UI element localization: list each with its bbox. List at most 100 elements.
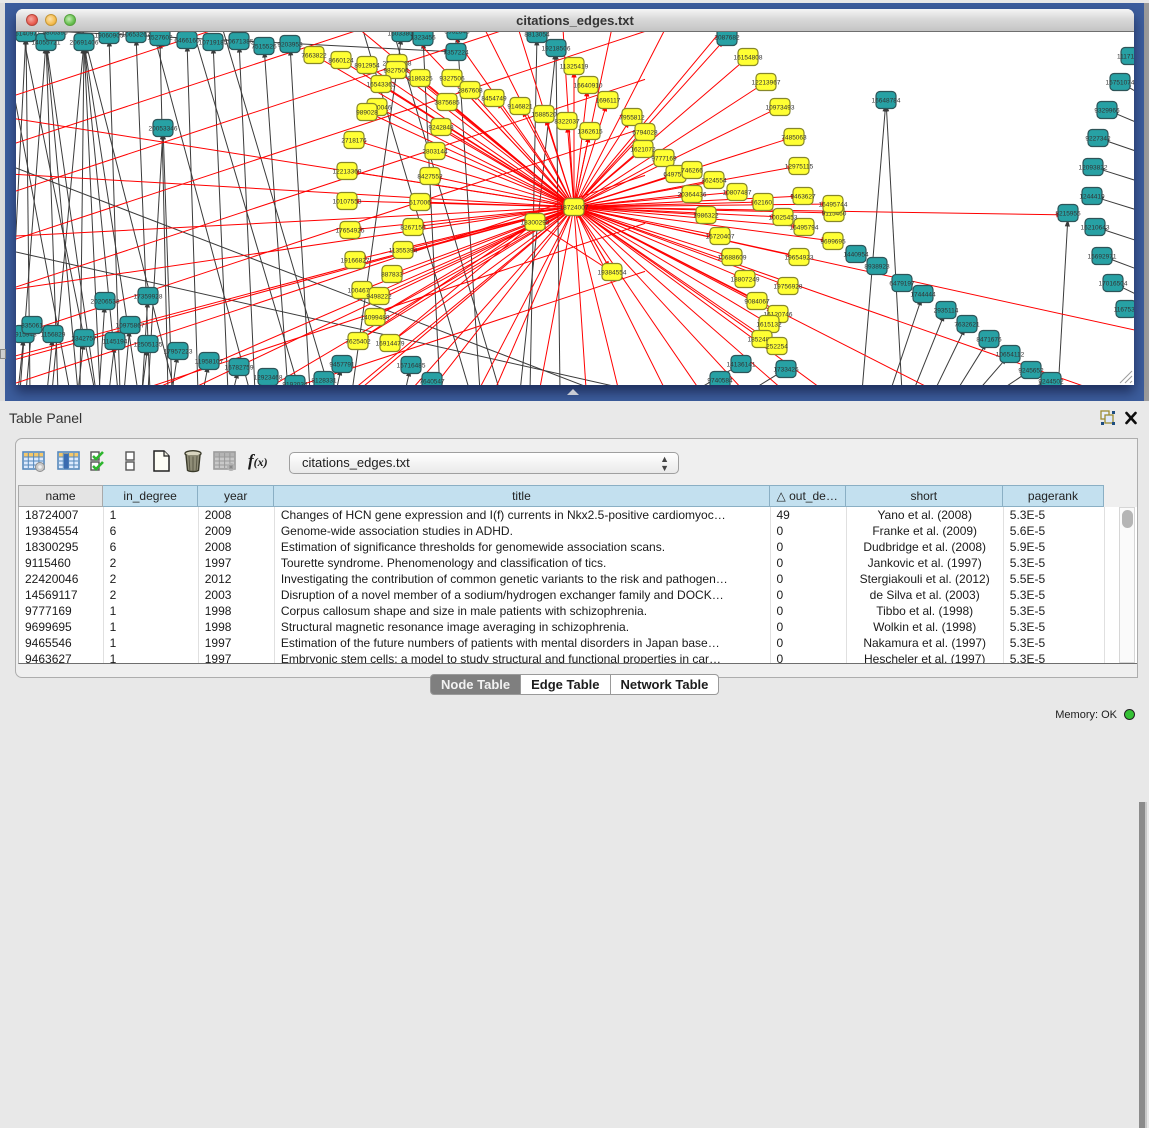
svg-text:19384554: 19384554: [598, 270, 627, 277]
svg-text:10654112: 10654112: [996, 352, 1025, 359]
svg-text:517006: 517006: [409, 200, 431, 207]
svg-text:1440954: 1440954: [843, 252, 869, 259]
svg-text:19060905: 19060905: [95, 33, 124, 40]
svg-text:1156829: 1156829: [41, 332, 66, 339]
svg-text:8427552: 8427552: [417, 174, 443, 181]
svg-text:12093822: 12093822: [1079, 165, 1108, 172]
svg-text:746266: 746266: [681, 168, 703, 175]
svg-text:9463627: 9463627: [790, 194, 816, 201]
svg-text:18807249: 18807249: [731, 277, 760, 284]
svg-text:16154808: 16154808: [734, 55, 763, 62]
svg-text:12505135: 12505135: [134, 342, 163, 349]
svg-text:11171327: 11171327: [1117, 54, 1134, 61]
svg-text:9203953: 9203953: [277, 42, 303, 49]
svg-text:1696117: 1696117: [596, 98, 621, 105]
svg-text:9242848: 9242848: [428, 125, 454, 132]
svg-text:2718176: 2718176: [341, 138, 367, 145]
svg-text:14136141: 14136141: [727, 362, 756, 369]
svg-text:19166827: 19166827: [341, 258, 370, 265]
svg-text:19756928: 19756928: [774, 284, 803, 291]
svg-text:16782759: 16782759: [225, 365, 254, 372]
svg-text:20691406: 20691406: [70, 40, 99, 47]
svg-text:9329966: 9329966: [1094, 108, 1120, 115]
svg-text:8912954: 8912954: [354, 63, 380, 70]
svg-text:15751074: 15751074: [1106, 80, 1134, 87]
svg-text:7663822: 7663822: [301, 53, 327, 60]
svg-text:1733426: 1733426: [773, 367, 799, 374]
svg-text:9084067: 9084067: [744, 299, 770, 306]
svg-text:10107553: 10107553: [333, 199, 362, 206]
svg-text:18300295: 18300295: [521, 220, 550, 227]
svg-text:8471676: 8471676: [976, 337, 1002, 344]
svg-text:10719185: 10719185: [199, 40, 228, 47]
svg-text:9244502: 9244502: [1038, 379, 1064, 386]
svg-text:1621072: 1621072: [630, 147, 656, 154]
svg-text:10807487: 10807487: [723, 190, 752, 197]
svg-text:15720407: 15720407: [706, 234, 735, 241]
svg-text:8454749: 8454749: [481, 96, 507, 103]
svg-text:10973493: 10973493: [766, 105, 795, 112]
svg-text:887833: 887833: [381, 272, 403, 279]
svg-text:1167535: 1167535: [1114, 307, 1134, 314]
svg-text:16640910: 16640910: [574, 83, 603, 90]
svg-text:1323456: 1323456: [410, 35, 436, 42]
svg-text:16543362: 16543362: [367, 82, 396, 89]
svg-text:10671385: 10671385: [225, 39, 254, 46]
svg-text:8813054: 8813054: [524, 32, 550, 39]
svg-text:7640547: 7640547: [419, 379, 445, 386]
svg-text:1588520: 1588520: [531, 112, 557, 119]
svg-text:1145194: 1145194: [103, 339, 128, 346]
svg-text:9146821: 9146821: [507, 104, 533, 111]
svg-text:8267150: 8267150: [400, 225, 426, 232]
svg-text:16495794: 16495794: [790, 225, 819, 232]
svg-text:2935114: 2935114: [934, 308, 959, 315]
svg-text:7357224: 7357224: [443, 50, 469, 57]
svg-text:9777169: 9777169: [651, 156, 677, 163]
svg-text:1362615: 1362615: [577, 129, 603, 136]
svg-text:6794028: 6794028: [632, 130, 658, 137]
svg-text:20364436: 20364436: [678, 192, 707, 199]
svg-text:7632621: 7632621: [954, 322, 980, 329]
svg-text:10025453: 10025453: [769, 215, 798, 222]
svg-text:15692971: 15692971: [1088, 254, 1117, 261]
svg-text:18724007: 18724007: [560, 205, 589, 212]
svg-text:9457791: 9457791: [329, 362, 355, 369]
svg-text:1244419: 1244419: [1079, 194, 1105, 201]
svg-text:2803144: 2803144: [422, 149, 448, 156]
svg-text:10688609: 10688609: [718, 255, 747, 262]
svg-text:989028: 989028: [356, 110, 378, 117]
svg-text:1615132: 1615132: [756, 322, 782, 329]
svg-text:8938923: 8938923: [864, 264, 890, 271]
svg-text:9327506: 9327506: [439, 76, 465, 83]
svg-text:6479197: 6479197: [889, 281, 915, 288]
svg-text:11355394: 11355394: [389, 248, 418, 255]
svg-text:252254: 252254: [766, 344, 788, 351]
svg-text:19654923: 19654923: [785, 255, 814, 262]
svg-text:15716485: 15716485: [397, 363, 426, 370]
svg-text:12975115: 12975115: [785, 164, 814, 171]
svg-text:17654925: 17654925: [336, 228, 365, 235]
svg-text:3624554: 3624554: [701, 178, 727, 185]
svg-text:19218506: 19218506: [542, 46, 571, 53]
svg-text:2087682: 2087682: [714, 35, 740, 42]
svg-text:8186325: 8186325: [407, 76, 433, 83]
svg-text:7986322: 7986322: [693, 213, 719, 220]
svg-text:9227342: 9227342: [1085, 136, 1111, 143]
svg-text:20206538: 20206538: [91, 299, 120, 306]
svg-text:17957223: 17957223: [164, 349, 193, 356]
svg-text:7515526: 7515526: [251, 44, 277, 51]
svg-text:7955812: 7955812: [619, 115, 645, 122]
svg-text:2342757: 2342757: [71, 336, 97, 343]
svg-text:12923468: 12923468: [254, 375, 283, 382]
svg-text:9827506: 9827506: [383, 68, 409, 75]
svg-text:14099489: 14099489: [361, 315, 390, 322]
svg-text:1527602: 1527602: [147, 35, 173, 42]
svg-text:16648784: 16648784: [872, 98, 901, 105]
svg-text:8322037: 8322037: [554, 119, 580, 126]
svg-text:10975867: 10975867: [116, 323, 145, 330]
svg-text:7625402: 7625402: [345, 339, 371, 346]
svg-text:11325419: 11325419: [560, 64, 589, 71]
svg-text:16210643: 16210643: [1081, 225, 1110, 232]
svg-text:12213369: 12213369: [333, 169, 362, 176]
svg-text:9192034: 9192034: [282, 382, 308, 386]
